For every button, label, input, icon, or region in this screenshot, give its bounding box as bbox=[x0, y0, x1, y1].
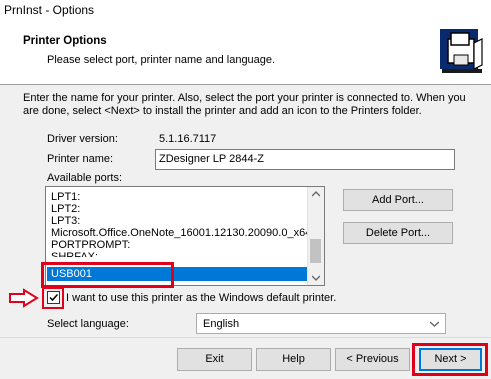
port-item[interactable]: Microsoft.Office.OneNote_16001.12130.200… bbox=[51, 227, 317, 239]
port-item[interactable]: LPT3: bbox=[51, 215, 80, 227]
scrollbar-thumb[interactable] bbox=[310, 239, 321, 263]
chevron-down-icon[interactable] bbox=[430, 321, 439, 327]
port-item[interactable]: LPT1: bbox=[51, 191, 80, 203]
header-title: Printer Options bbox=[23, 35, 107, 47]
previous-button[interactable]: < Previous bbox=[335, 348, 410, 371]
highlight-box-checkbox bbox=[42, 287, 64, 309]
add-port-button[interactable]: Add Port... bbox=[343, 189, 453, 211]
highlight-box-next bbox=[412, 343, 488, 376]
available-ports-label: Available ports: bbox=[47, 172, 123, 184]
port-item[interactable]: PORTPROMPT: bbox=[51, 239, 130, 251]
driver-version-value: 5.1.16.7117 bbox=[159, 133, 217, 145]
language-select[interactable]: English bbox=[196, 313, 446, 334]
header-subtitle: Please select port, printer name and lan… bbox=[47, 54, 276, 66]
exit-button[interactable]: Exit bbox=[177, 348, 252, 371]
select-language-label: Select language: bbox=[47, 318, 129, 330]
window-title: PrnInst - Options bbox=[4, 3, 95, 17]
help-button[interactable]: Help bbox=[256, 348, 331, 371]
driver-version-label: Driver version: bbox=[47, 133, 118, 145]
footer-divider bbox=[0, 337, 491, 338]
port-item[interactable]: LPT2: bbox=[51, 203, 80, 215]
printer-name-value: ZDesigner LP 2844-Z bbox=[159, 153, 264, 165]
intro-text: Enter the name for your printer. Also, s… bbox=[23, 92, 466, 117]
printer-install-icon bbox=[438, 25, 486, 77]
language-value: English bbox=[203, 318, 240, 330]
port-item[interactable]: SHRFAX: bbox=[51, 251, 98, 257]
highlight-box-usb-port bbox=[41, 262, 174, 288]
default-printer-label: I want to use this printer as the Window… bbox=[66, 292, 337, 304]
chevron-up-icon[interactable] bbox=[312, 191, 320, 197]
delete-port-button[interactable]: Delete Port... bbox=[343, 222, 453, 244]
printer-name-input[interactable]: ZDesigner LP 2844-Z bbox=[155, 149, 455, 170]
printer-name-label: Printer name: bbox=[47, 153, 114, 165]
chevron-down-icon[interactable] bbox=[312, 275, 320, 281]
ports-scrollbar[interactable] bbox=[307, 187, 324, 285]
arrow-right-icon bbox=[9, 288, 39, 308]
